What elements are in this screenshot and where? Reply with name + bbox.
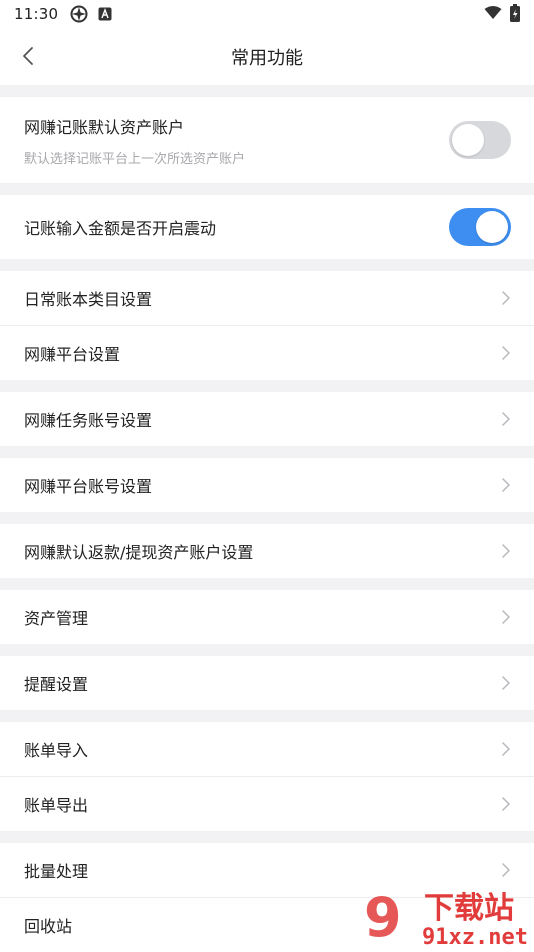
back-chevron-icon[interactable] [18,44,38,68]
chevron-right-icon [500,675,512,691]
chevron-right-icon [500,862,512,878]
toggle-description: 默认选择记账平台上一次所选资产账户 [24,148,245,167]
section-gap [0,85,534,97]
settings-card-default-account: 网赚记账默认资产账户 默认选择记账平台上一次所选资产账户 [0,97,534,183]
menu-item-refund-account[interactable]: 网赚默认返款/提现资产账户设置 [0,524,534,578]
menu-item-label: 资产管理 [24,605,88,629]
toggle-row-default-account: 网赚记账默认资产账户 默认选择记账平台上一次所选资产账户 [0,97,534,183]
status-bar: 11:30 [0,0,534,28]
section-gap [0,446,534,458]
menu-item-label: 账单导出 [24,792,88,816]
section-gap [0,578,534,590]
section-gap [0,183,534,195]
page-title: 常用功能 [231,44,303,70]
section-gap [0,380,534,392]
settings-card-reminder: 提醒设置 [0,656,534,710]
menu-item-daily-category[interactable]: 日常账本类目设置 [0,271,534,325]
settings-card-assets: 资产管理 [0,590,534,644]
settings-card-platform-account: 网赚平台账号设置 [0,458,534,512]
section-gap [0,644,534,656]
svg-text:9: 9 [364,888,402,948]
toggle-knob [476,211,508,243]
chevron-right-icon [500,411,512,427]
battery-icon [510,4,520,26]
svg-text:91xz.net: 91xz.net [422,925,528,948]
menu-item-label: 回收站 [24,913,72,937]
settings-card-refund-account: 网赚默认返款/提现资产账户设置 [0,524,534,578]
toggle-label: 网赚记账默认资产账户 [24,114,245,138]
settings-card-categories: 日常账本类目设置 网赚平台设置 [0,271,534,380]
chevron-right-icon [500,796,512,812]
section-gap [0,831,534,843]
default-account-toggle-switch[interactable] [449,121,511,159]
menu-item-platform-settings[interactable]: 网赚平台设置 [0,326,534,380]
menu-item-export[interactable]: 账单导出 [0,777,534,831]
settings-card-vibration: 记账输入金额是否开启震动 [0,195,534,259]
svg-text:下载站: 下载站 [424,891,514,926]
chevron-right-icon [500,477,512,493]
watermark-logo: 9 下载站 91xz.net [362,888,532,948]
font-notification-icon [98,7,112,21]
menu-item-import[interactable]: 账单导入 [0,722,534,776]
menu-item-label: 网赚平台设置 [24,341,120,365]
toggle-knob [452,124,484,156]
menu-item-asset-management[interactable]: 资产管理 [0,590,534,644]
vibration-toggle-switch[interactable] [449,208,511,246]
chevron-right-icon [500,543,512,559]
chevron-right-icon [500,290,512,306]
chevron-right-icon [500,609,512,625]
chevron-right-icon [500,741,512,757]
menu-item-label: 日常账本类目设置 [24,286,152,310]
status-time: 11:30 [14,5,58,23]
menu-item-label: 网赚平台账号设置 [24,473,152,497]
menu-item-reminder[interactable]: 提醒设置 [0,656,534,710]
section-gap [0,710,534,722]
app-notification-icon [70,5,88,23]
menu-item-label: 网赚任务账号设置 [24,407,152,431]
menu-item-label: 账单导入 [24,737,88,761]
menu-item-label: 提醒设置 [24,671,88,695]
menu-item-task-account[interactable]: 网赚任务账号设置 [0,392,534,446]
settings-card-task-account: 网赚任务账号设置 [0,392,534,446]
top-nav-bar: 常用功能 [0,28,534,85]
wifi-icon [484,6,502,24]
menu-item-label: 批量处理 [24,858,88,882]
section-gap [0,512,534,524]
toggle-label: 记账输入金额是否开启震动 [24,215,216,239]
settings-card-import-export: 账单导入 账单导出 [0,722,534,831]
toggle-row-vibration: 记账输入金额是否开启震动 [0,195,534,259]
menu-item-label: 网赚默认返款/提现资产账户设置 [24,539,253,563]
chevron-right-icon [500,345,512,361]
section-gap [0,259,534,271]
menu-item-platform-account[interactable]: 网赚平台账号设置 [0,458,534,512]
